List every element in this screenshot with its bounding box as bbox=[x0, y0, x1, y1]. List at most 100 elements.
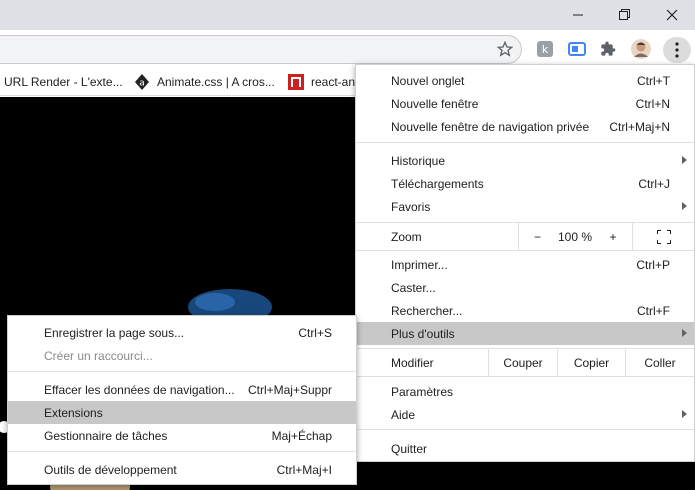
zoom-value-label: 100 % bbox=[557, 229, 593, 244]
bookmark-react-an[interactable]: react-an bbox=[288, 73, 355, 91]
menu-item-bookmarks[interactable]: Favoris bbox=[356, 195, 694, 218]
star-icon[interactable] bbox=[494, 38, 516, 60]
menu-separator bbox=[356, 376, 694, 377]
extension-tab-icon[interactable] bbox=[566, 38, 588, 60]
menu-item-shortcut: Ctrl+Maj+N bbox=[609, 119, 670, 134]
zoom-minus-label: − bbox=[533, 229, 541, 244]
submenu-item-dev-tools[interactable]: Outils de développement Ctrl+Maj+I bbox=[8, 458, 356, 481]
submenu-item-task-manager[interactable]: Gestionnaire de tâches Maj+Échap bbox=[8, 424, 356, 447]
menu-item-shortcut: Ctrl+F bbox=[637, 303, 670, 318]
fullscreen-icon bbox=[656, 229, 671, 244]
menu-item-shortcut: Ctrl+T bbox=[637, 73, 670, 88]
submenu-arrow-icon bbox=[682, 329, 687, 337]
zoom-out-button[interactable]: − bbox=[518, 223, 556, 250]
menu-item-cast[interactable]: Caster... bbox=[356, 276, 694, 299]
extension-k-icon[interactable]: k bbox=[534, 38, 556, 60]
submenu-arrow-icon bbox=[682, 202, 687, 210]
menu-item-shortcut: Ctrl+N bbox=[635, 96, 670, 111]
menu-item-label: Nouvelle fenêtre bbox=[391, 96, 479, 111]
menu-item-label: Nouvel onglet bbox=[391, 73, 465, 88]
address-bar[interactable] bbox=[0, 35, 522, 64]
menu-item-help[interactable]: Aide bbox=[356, 403, 694, 426]
menu-item-label: Nouvelle fenêtre de navigation privée bbox=[391, 119, 590, 134]
chrome-main-menu: Nouvel onglet Ctrl+T Nouvelle fenêtre Ct… bbox=[355, 64, 695, 462]
menu-item-label: Créer un raccourci... bbox=[44, 348, 153, 363]
submenu-item-clear-data[interactable]: Effacer les données de navigation... Ctr… bbox=[8, 378, 356, 401]
submenu-item-extensions[interactable]: Extensions bbox=[8, 401, 356, 424]
menu-item-label: Imprimer... bbox=[391, 257, 448, 272]
svg-text:k: k bbox=[542, 43, 549, 56]
menu-item-shortcut: Ctrl+J bbox=[638, 176, 670, 191]
menu-item-label: Effacer les données de navigation... bbox=[44, 382, 235, 397]
menu-separator bbox=[356, 429, 694, 430]
paste-button[interactable]: Coller bbox=[625, 349, 694, 376]
menu-item-label: Rechercher... bbox=[391, 303, 463, 318]
more-tools-submenu: Enregistrer la page sous... Ctrl+S Créer… bbox=[7, 315, 357, 485]
submenu-item-save-page[interactable]: Enregistrer la page sous... Ctrl+S bbox=[8, 321, 356, 344]
zoom-value: 100 % bbox=[556, 223, 594, 250]
kebab-menu-icon[interactable] bbox=[663, 37, 691, 63]
menu-item-find[interactable]: Rechercher... Ctrl+F bbox=[356, 299, 694, 322]
copy-button[interactable]: Copier bbox=[557, 349, 625, 376]
zoom-in-button[interactable]: + bbox=[594, 223, 632, 250]
menu-item-label: Caster... bbox=[391, 280, 436, 295]
menu-item-label: Plus d'outils bbox=[391, 326, 455, 341]
menu-item-label: Historique bbox=[391, 153, 446, 168]
menu-item-new-tab[interactable]: Nouvel onglet Ctrl+T bbox=[356, 69, 694, 92]
submenu-arrow-icon bbox=[682, 156, 687, 164]
zoom-row: Zoom − 100 % + bbox=[356, 223, 694, 250]
zoom-label: Zoom bbox=[391, 230, 422, 244]
edit-row: Modifier Couper Copier Coller bbox=[356, 349, 694, 376]
a-logo-icon: a bbox=[134, 74, 150, 90]
menu-separator bbox=[356, 250, 694, 251]
menu-item-shortcut: Ctrl+S bbox=[298, 325, 332, 340]
red-n-icon bbox=[288, 74, 304, 90]
restore-button[interactable] bbox=[602, 0, 648, 30]
menu-item-shortcut: Ctrl+Maj+Suppr bbox=[247, 382, 332, 397]
bookmark-url-render[interactable]: URL Render - L'exte... bbox=[4, 73, 123, 91]
menu-item-new-window[interactable]: Nouvelle fenêtre Ctrl+N bbox=[356, 92, 694, 115]
fullscreen-button[interactable] bbox=[632, 223, 694, 250]
bookmark-label: react-an bbox=[311, 75, 356, 89]
svg-text:a: a bbox=[139, 79, 145, 89]
puzzle-icon[interactable] bbox=[597, 38, 619, 60]
restore-icon bbox=[619, 9, 630, 20]
menu-item-label: Outils de développement bbox=[44, 462, 177, 477]
profile-avatar[interactable] bbox=[630, 38, 652, 60]
bookmark-label: URL Render - L'exte... bbox=[4, 75, 123, 89]
menu-item-label: Favoris bbox=[391, 199, 431, 214]
menu-item-history[interactable]: Historique bbox=[356, 149, 694, 172]
menu-item-settings[interactable]: Paramètres bbox=[356, 380, 694, 403]
close-window-button[interactable] bbox=[649, 0, 695, 30]
menu-item-label: Enregistrer la page sous... bbox=[44, 325, 185, 340]
menu-separator bbox=[8, 371, 356, 372]
menu-item-label: Aide bbox=[391, 407, 416, 422]
cut-button[interactable]: Couper bbox=[488, 349, 557, 376]
menu-item-quit[interactable]: Quitter bbox=[356, 437, 694, 460]
copy-label: Copier bbox=[573, 355, 610, 370]
menu-item-label: Gestionnaire de tâches bbox=[44, 428, 168, 443]
menu-item-label: Quitter bbox=[391, 441, 428, 456]
menu-item-shortcut: Maj+Échap bbox=[271, 428, 332, 443]
submenu-item-create-shortcut: Créer un raccourci... bbox=[8, 344, 356, 367]
title-bar bbox=[0, 0, 695, 30]
menu-item-more-tools[interactable]: Plus d'outils bbox=[356, 322, 694, 345]
menu-item-print[interactable]: Imprimer... Ctrl+P bbox=[356, 253, 694, 276]
cut-label: Couper bbox=[503, 355, 543, 370]
menu-item-downloads[interactable]: Téléchargements Ctrl+J bbox=[356, 172, 694, 195]
menu-item-label: Extensions bbox=[44, 405, 103, 420]
bookmark-animate-css[interactable]: a Animate.css | A cros... bbox=[134, 73, 275, 91]
close-icon bbox=[666, 9, 678, 21]
browser-toolbar: k bbox=[0, 30, 695, 68]
submenu-arrow-icon bbox=[682, 410, 687, 418]
minimize-icon bbox=[573, 14, 583, 16]
menu-item-new-incognito[interactable]: Nouvelle fenêtre de navigation privée Ct… bbox=[356, 115, 694, 138]
menu-item-shortcut: Ctrl+Maj+I bbox=[276, 462, 332, 477]
menu-item-shortcut: Ctrl+P bbox=[636, 257, 670, 272]
paste-label: Coller bbox=[644, 355, 676, 370]
minimize-button[interactable] bbox=[555, 0, 601, 30]
menu-item-label: Paramètres bbox=[391, 384, 454, 399]
edit-label: Modifier bbox=[391, 356, 434, 370]
menu-item-label: Téléchargements bbox=[391, 176, 484, 191]
menu-separator bbox=[8, 451, 356, 452]
